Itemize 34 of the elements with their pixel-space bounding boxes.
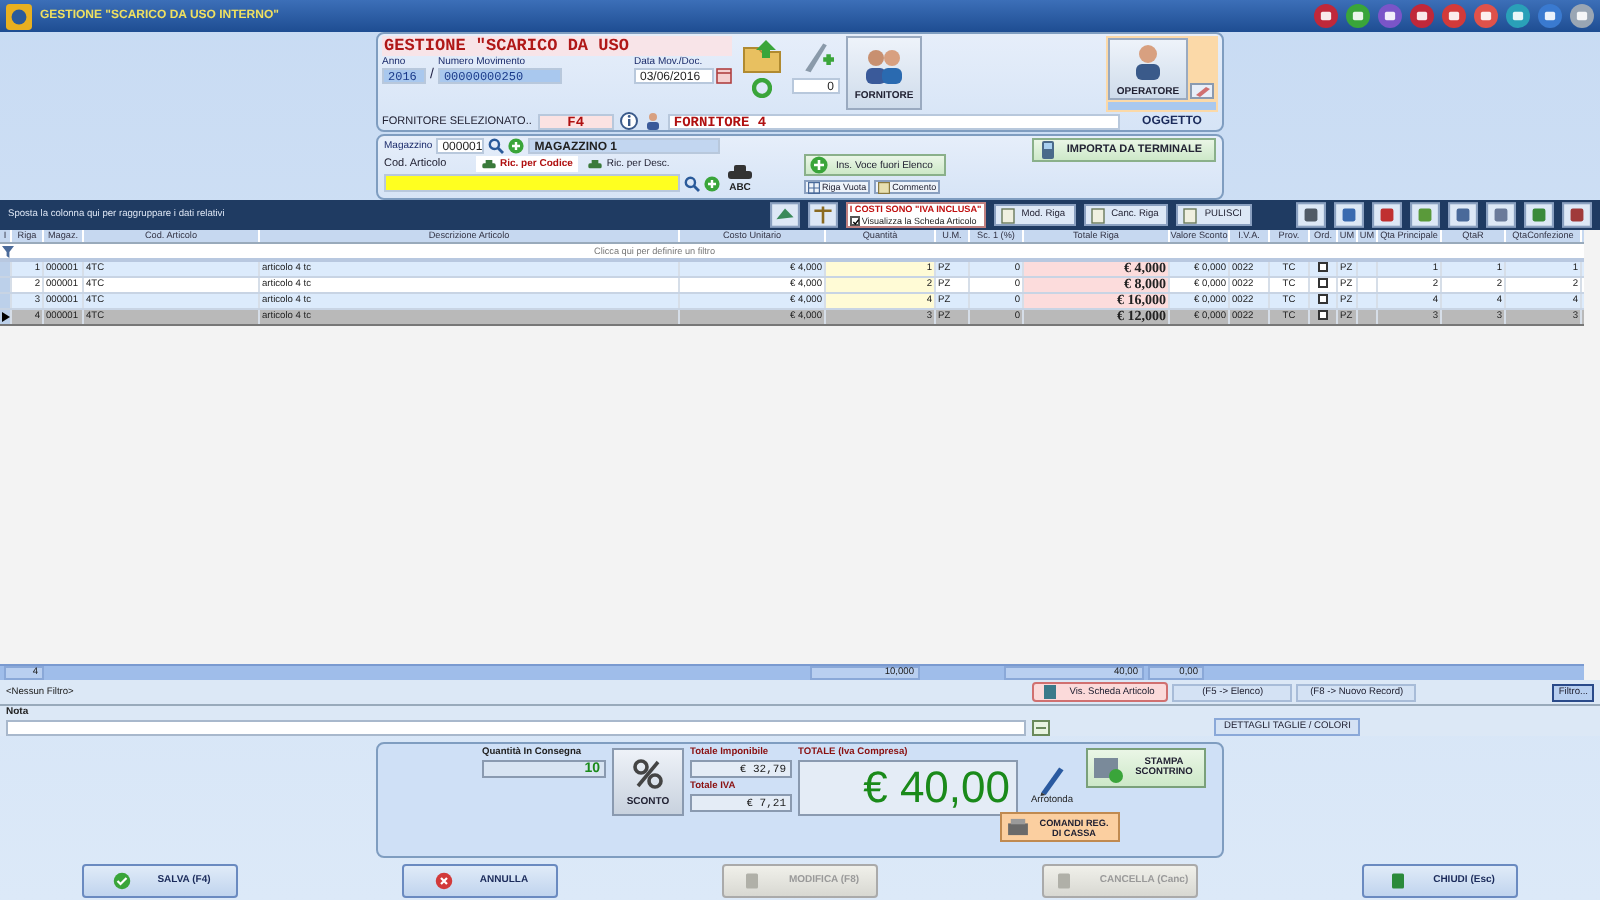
cancel-icon	[431, 871, 456, 889]
operator-field	[1108, 102, 1216, 110]
book-icon	[1041, 684, 1058, 700]
order-checkbox[interactable]	[1318, 262, 1328, 273]
order-checkbox[interactable]	[1318, 278, 1328, 289]
document-title: GESTIONE "SCARICO DA USO	[382, 36, 732, 56]
note-edit-icon[interactable]	[1032, 719, 1050, 735]
note-icon	[878, 181, 891, 193]
pen-icon[interactable]	[1036, 764, 1068, 796]
article-code-input[interactable]	[384, 174, 680, 192]
handheld-icon	[1038, 140, 1059, 160]
order-checkbox[interactable]	[1318, 310, 1328, 321]
cash-register-icon	[1006, 818, 1030, 836]
current-row-icon	[2, 312, 10, 322]
people-icon	[862, 45, 906, 85]
row-selector[interactable]	[0, 310, 12, 324]
grand-total-field: € 40,00	[798, 760, 1018, 816]
search-icon[interactable]	[488, 138, 505, 154]
printer-check-icon	[1092, 752, 1124, 784]
folder-icon[interactable]	[742, 38, 782, 74]
add-icon	[810, 156, 828, 174]
person-icon	[643, 112, 662, 130]
order-checkbox[interactable]	[1318, 294, 1328, 305]
add-icon[interactable]	[704, 175, 720, 191]
checkbox[interactable]	[849, 215, 860, 226]
car-icon	[482, 159, 496, 169]
note-field[interactable]	[6, 719, 1026, 735]
percent-icon	[632, 757, 664, 789]
check-icon	[851, 217, 860, 226]
app-logo-icon	[6, 3, 32, 29]
search-icon[interactable]	[684, 175, 700, 191]
add-icon[interactable]	[508, 138, 525, 154]
car-icon	[588, 159, 603, 169]
check-icon	[109, 871, 134, 889]
